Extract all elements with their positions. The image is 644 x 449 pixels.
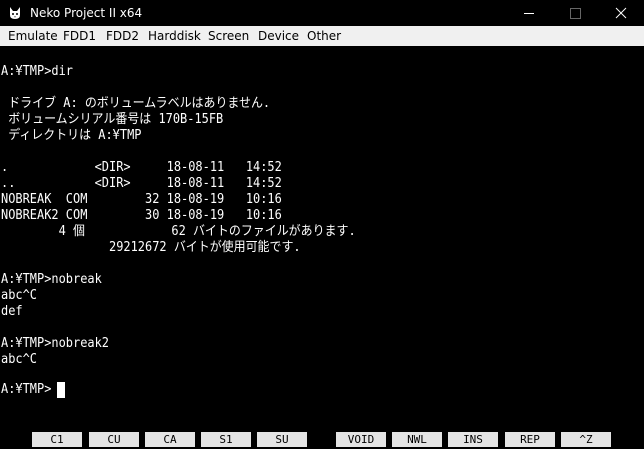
terminal-line: abc^C [1, 352, 38, 367]
function-key-bar: C1 CU CA S1 SU VOID NWL INS REP ^Z [0, 426, 644, 449]
terminal-line: 29212672 バイトが使用可能です. [1, 240, 301, 255]
terminal-line: . <DIR> 18-08-11 14:52 [1, 160, 282, 175]
terminal-line: A:¥TMP>nobreak [1, 272, 102, 287]
terminal-line: abc^C [1, 288, 38, 303]
title-bar: Neko Project II x64 [0, 0, 644, 26]
terminal-line: ボリュームシリアル番号は 170B-15FB [1, 112, 224, 127]
menu-emulate[interactable]: Emulate [8, 29, 58, 43]
menu-fdd1[interactable]: FDD1 [63, 29, 96, 43]
fkey-cu[interactable]: CU [89, 432, 139, 447]
neko-cat-icon [7, 5, 23, 21]
fkey-void[interactable]: VOID [336, 432, 386, 447]
fkey-nwl[interactable]: NWL [392, 432, 442, 447]
fkey-rep[interactable]: REP [505, 432, 555, 447]
minimize-button[interactable] [506, 0, 552, 26]
minimize-icon [524, 13, 534, 14]
fkey-ctrl-z[interactable]: ^Z [561, 432, 611, 447]
fkey-c1[interactable]: C1 [32, 432, 82, 447]
text-cursor [57, 382, 65, 398]
close-button[interactable] [598, 0, 644, 26]
menu-fdd2[interactable]: FDD2 [106, 29, 139, 43]
window-title: Neko Project II x64 [30, 6, 143, 20]
terminal-line: def [1, 304, 23, 319]
menu-screen[interactable]: Screen [208, 29, 249, 43]
terminal-prompt: A:¥TMP> [1, 382, 52, 397]
terminal-line: A:¥TMP>nobreak2 [1, 336, 110, 351]
menu-bar: Emulate FDD1 FDD2 Harddisk Screen Device… [0, 26, 644, 46]
maximize-icon [570, 8, 581, 19]
fkey-s1[interactable]: S1 [201, 432, 251, 447]
terminal-line: NOBREAK COM 32 18-08-19 10:16 [1, 192, 282, 207]
emulator-screen[interactable]: A:¥TMP>dir ドライブ A: のボリュームラベルはありません. ボリュー… [0, 46, 644, 426]
fkey-ca[interactable]: CA [145, 432, 195, 447]
menu-harddisk[interactable]: Harddisk [148, 29, 201, 43]
terminal-line: .. <DIR> 18-08-11 14:52 [1, 176, 282, 191]
menu-other[interactable]: Other [307, 29, 341, 43]
terminal-line: NOBREAK2 COM 30 18-08-19 10:16 [1, 208, 282, 223]
terminal-line: A:¥TMP>dir [1, 64, 74, 79]
terminal-line: ディレクトリは A:¥TMP [1, 128, 142, 143]
close-icon [615, 7, 627, 19]
fkey-su[interactable]: SU [257, 432, 307, 447]
terminal-line: 4 個 62 バイトのファイルがあります. [1, 224, 356, 239]
terminal-line: ドライブ A: のボリュームラベルはありません. [1, 96, 271, 111]
maximize-button[interactable] [552, 0, 598, 26]
menu-device[interactable]: Device [258, 29, 299, 43]
fkey-ins[interactable]: INS [448, 432, 498, 447]
